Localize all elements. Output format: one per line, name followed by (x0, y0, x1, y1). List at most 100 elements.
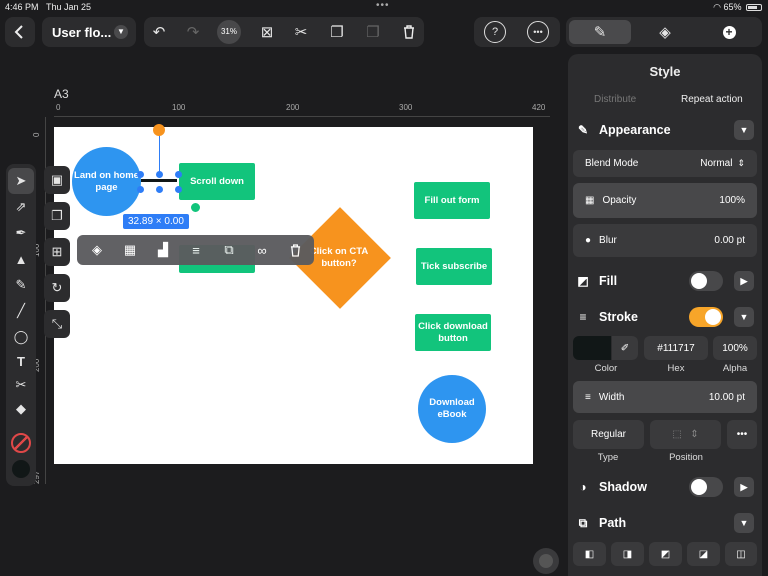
node-download-ebook[interactable]: Download eBook (418, 375, 486, 443)
pen-tool[interactable]: ✒ (6, 220, 36, 246)
path-intersect-button[interactable]: ◩ (649, 542, 682, 566)
distribute-tab[interactable]: Distribute (594, 94, 636, 105)
ctx-layers-button[interactable]: ◈ (82, 235, 112, 265)
node-tick-subscribe[interactable]: Tick subscribe (416, 248, 492, 285)
artboard-canvas[interactable]: Land on home page Scroll down Click on C… (54, 127, 533, 464)
text-tool[interactable]: T (6, 348, 36, 374)
tab-style[interactable]: ✎ (569, 20, 631, 44)
back-button[interactable] (5, 17, 35, 47)
shadow-section-header[interactable]: ◑ Shadow ▶ (573, 474, 757, 500)
path-exclude-button[interactable]: ◪ (687, 542, 720, 566)
position-label: Position (669, 452, 703, 463)
ctx-delete-button[interactable] (280, 235, 310, 265)
cut-button[interactable]: ✂ (286, 17, 316, 47)
redo-button[interactable]: ↷ (178, 17, 208, 47)
copy-button[interactable]: ❐ (322, 17, 352, 47)
selection-handle[interactable] (175, 186, 182, 193)
panel-tabs: ✎ ◈ + (566, 17, 762, 47)
path-section-header[interactable]: ⧉ Path ▼ (573, 510, 757, 536)
opacity-slider[interactable]: ▦ Opacity 100% (573, 183, 757, 218)
battery-icon (746, 4, 762, 12)
subtool-scale[interactable]: ⤡ (44, 310, 70, 338)
selected-connector-line[interactable] (141, 179, 177, 182)
shadow-title: Shadow (599, 480, 647, 494)
node-click-download[interactable]: Click download button (415, 314, 491, 351)
connector-endpoint-handle[interactable] (190, 202, 201, 213)
selection-handle[interactable] (175, 171, 182, 178)
blend-mode-row[interactable]: Blend Mode Normal ⇕ (573, 150, 757, 177)
stroke-toggle[interactable] (689, 307, 723, 327)
main-toolbar: ↶ ↷ 31% ⊠ ✂ ❐ ❐ (144, 17, 424, 47)
tab-add[interactable]: + (698, 20, 760, 44)
checker-icon: ▦ (123, 242, 137, 257)
quick-shape-button[interactable] (533, 548, 559, 574)
fill-tool[interactable]: ▲ (6, 246, 36, 272)
chevron-right-icon[interactable]: ▶ (734, 271, 754, 291)
stroke-color-swatch[interactable] (573, 336, 611, 360)
subtool-crop[interactable]: ⊞ (44, 238, 70, 266)
selection-handle[interactable] (137, 186, 144, 193)
multitask-dots[interactable]: ••• (376, 0, 390, 11)
brush-icon: ✎ (15, 277, 27, 292)
delete-button[interactable] (394, 17, 424, 47)
path-divide-button[interactable]: ◫ (725, 542, 757, 566)
fill-section-header[interactable]: ◩ Fill ▶ (573, 268, 757, 294)
fill-color-swatch[interactable] (6, 456, 36, 482)
stroke-width-slider[interactable]: ≡ Width 10.00 pt (573, 381, 757, 413)
stroke-type-select[interactable]: Regular (573, 420, 644, 449)
selection-handle[interactable] (137, 171, 144, 178)
zoom-level[interactable]: 31% (217, 20, 241, 44)
fill-toggle[interactable] (689, 271, 723, 291)
ctx-arrange-button[interactable]: ▟ (148, 235, 178, 265)
lasso-tool[interactable]: ◯ (6, 324, 36, 350)
rotation-handle[interactable] (153, 124, 165, 136)
scissors-tool[interactable]: ✂ (6, 372, 36, 398)
stroke-position-select[interactable]: ⬚ ⇕ (650, 420, 721, 449)
direct-select-tool[interactable]: ⇗ (6, 194, 36, 220)
line-tool[interactable]: ╱ (6, 298, 36, 324)
selection-handle[interactable] (156, 186, 163, 193)
undo-icon: ↶ (152, 24, 166, 41)
select-tool[interactable]: ➤ (8, 168, 34, 194)
undo-button[interactable]: ↶ (144, 17, 174, 47)
eraser-tool[interactable]: ◆ (6, 396, 36, 422)
ctx-transparency-button[interactable]: ▦ (115, 235, 145, 265)
brush-tool[interactable]: ✎ (6, 272, 36, 298)
more-button[interactable]: ••• (527, 21, 549, 43)
stroke-color-swatch[interactable] (6, 430, 36, 456)
style-panel: Style Distribute Repeat action ✎ Appeara… (568, 54, 762, 576)
stroke-section-header[interactable]: ≡ Stroke ▼ (573, 304, 757, 330)
shadow-toggle[interactable] (689, 477, 723, 497)
tab-layers[interactable]: ◈ (634, 20, 696, 44)
help-button[interactable]: ? (484, 21, 506, 43)
crop-button[interactable]: ⊠ (252, 17, 282, 47)
repeat-action-tab[interactable]: Repeat action (681, 94, 743, 105)
node-scroll-down[interactable]: Scroll down (179, 163, 255, 200)
stroke-hex-field[interactable]: #111717 (644, 336, 708, 360)
subtool-duplicate[interactable]: ❐ (44, 202, 70, 230)
path-subtract-button[interactable]: ◨ (611, 542, 644, 566)
chevron-right-icon[interactable]: ▶ (734, 477, 754, 497)
paste-button[interactable]: ❐ (358, 17, 388, 47)
ctx-align-button[interactable]: ≡ (181, 235, 211, 265)
stroke-more-button[interactable]: ••• (727, 420, 757, 449)
ruler-tick-label: 100 (172, 103, 186, 112)
blur-slider[interactable]: ● Blur 0.00 pt (573, 224, 757, 257)
chevron-down-icon[interactable]: ▼ (734, 120, 754, 140)
appearance-section-header[interactable]: ✎ Appearance ▼ (573, 117, 757, 143)
node-land-home[interactable]: Land on home page (72, 147, 141, 216)
path-union-button[interactable]: ◧ (573, 542, 606, 566)
ctx-mask-button[interactable]: ∞ (247, 235, 277, 265)
eyedropper-button[interactable]: ✐ (612, 336, 638, 360)
subtool-clipboard[interactable]: ▣ (44, 166, 70, 194)
document-title-button[interactable]: User flo... ▼ (42, 17, 136, 47)
node-fill-form[interactable]: Fill out form (414, 182, 490, 219)
ctx-group-button[interactable]: ⧉ (214, 235, 244, 265)
subtool-rotate[interactable]: ↻ (44, 274, 70, 302)
chevron-down-icon[interactable]: ▼ (734, 513, 754, 533)
shadow-icon: ◑ (579, 480, 587, 494)
selection-handle[interactable] (156, 171, 163, 178)
chevron-down-icon[interactable]: ▼ (734, 307, 754, 327)
stroke-alpha-field[interactable]: 100% (713, 336, 757, 360)
battery-percent: 65% (723, 2, 742, 12)
